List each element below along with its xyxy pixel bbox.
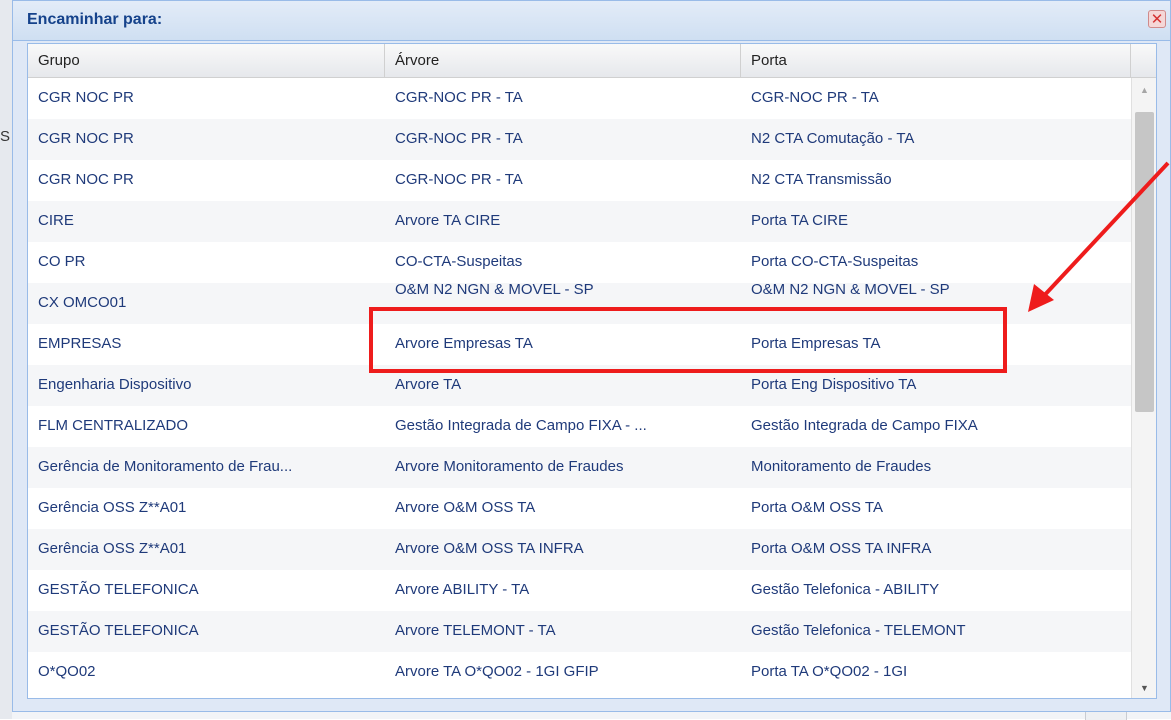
cell-grupo: CIRE [38, 212, 74, 229]
dialog-titlebar[interactable]: Encaminhar para: ✕ [13, 1, 1170, 41]
cell-grupo: O*QO02 [38, 663, 96, 680]
table-row[interactable]: CGR NOC PR CGR-NOC PR - TA CGR-NOC PR - TA [28, 78, 1131, 119]
cell-porta: N2 CTA Comutação - TA [751, 130, 915, 147]
cell-porta: Gestão Telefonica - TELEMONT [751, 622, 966, 639]
cell-arvore: Arvore O&M OSS TA [395, 499, 536, 516]
table-row[interactable]: Gerência OSS Z**A01 Arvore O&M OSS TA INF… [28, 529, 1131, 570]
cell-grupo: GESTÃO TELEFONICA [38, 622, 199, 639]
cell-grupo: CO PR [38, 253, 86, 270]
cell-arvore: CGR-NOC PR - TA [395, 130, 523, 147]
table-row[interactable]: GESTÃO TELEFONICA Arvore TELEMONT - TA Ges… [28, 611, 1131, 652]
column-header-arvore[interactable]: Árvore [385, 44, 741, 78]
annotation-arrow-icon [1028, 161, 1170, 312]
cell-grupo: CGR NOC PR [38, 171, 134, 188]
table-row[interactable]: O*QO02 Arvore TA O*QO02 - 1GI GFIP Porta T… [28, 652, 1131, 693]
cell-porta: Porta TA O*QO02 - 1GI [751, 663, 908, 680]
table-row[interactable]: CGR NOC PR CGR-NOC PR - TA N2 CTA Comutaçã… [28, 119, 1131, 160]
close-icon[interactable]: ✕ [1148, 10, 1166, 28]
cell-porta: Monitoramento de Fraudes [751, 458, 932, 475]
scroll-down-icon[interactable]: ▼ [1132, 676, 1156, 698]
table-row[interactable]: Gerência de Monitoramento de Frau... Arvo… [28, 447, 1131, 488]
scroll-up-icon[interactable]: ▲ [1132, 78, 1156, 102]
table-row[interactable]: FLM CENTRALIZADO Gestão Integrada de Camp… [28, 406, 1131, 447]
table-row[interactable]: Gerência OSS Z**A01 Arvore O&M OSS TA Port… [28, 488, 1131, 529]
background-label: S [0, 128, 11, 145]
grid-header: Grupo Árvore Porta [28, 44, 1156, 78]
cell-grupo: EMPRESAS [38, 335, 122, 352]
cell-grupo: Gerência OSS Z**A01 [38, 540, 187, 557]
column-header-porta[interactable]: Porta [741, 44, 1131, 78]
cell-grupo: Gerência OSS Z**A01 [38, 499, 187, 516]
cell-arvore: Arvore TELEMONT - TA [395, 622, 556, 639]
cell-arvore: Arvore TA CIRE [395, 212, 501, 229]
cell-arvore: Arvore O&M OSS TA INFRA [395, 540, 584, 557]
cell-arvore: CGR-NOC PR - TA [395, 171, 523, 188]
column-header-spacer [1131, 44, 1156, 78]
cell-arvore: Gestão Integrada de Campo FIXA - ... [395, 417, 647, 434]
cell-porta: Gestão Integrada de Campo FIXA [751, 417, 978, 434]
cell-grupo: CX OMCO01 [38, 294, 127, 311]
cell-porta: Porta O&M OSS TA [751, 499, 883, 516]
table-row[interactable]: GESTÃO TELEFONICA Arvore ABILITY - TA Gest… [28, 570, 1131, 611]
cell-porta: Gestão Telefonica - ABILITY [751, 581, 940, 598]
dialog-title: Encaminhar para: [27, 11, 163, 28]
column-header-grupo[interactable]: Grupo [28, 44, 385, 78]
cell-grupo: CGR NOC PR [38, 89, 134, 106]
background-panel-edge [0, 0, 12, 719]
cell-arvore: Arvore TA O*QO02 - 1GI GFIP [395, 663, 599, 680]
cell-arvore: Arvore ABILITY - TA [395, 581, 530, 598]
cell-arvore: CGR-NOC PR - TA [395, 89, 523, 106]
cell-grupo: Engenharia Dispositivo [38, 376, 192, 393]
cell-grupo: GESTÃO TELEFONICA [38, 581, 199, 598]
cell-arvore: Arvore Monitoramento de Fraudes [395, 458, 624, 475]
table-row[interactable]: CGR NOC PR CGR-NOC PR - TA N2 CTA Transmis… [28, 160, 1131, 201]
highlight-annotation-box [369, 307, 1007, 373]
cell-grupo: CGR NOC PR [38, 130, 134, 147]
cell-grupo: FLM CENTRALIZADO [38, 417, 189, 434]
table-row[interactable]: CIRE Arvore TA CIRE Porta TA CIRE [28, 201, 1131, 242]
cell-porta: CGR-NOC PR - TA [751, 89, 879, 106]
cell-grupo: Gerência de Monitoramento de Frau... [38, 458, 293, 475]
cell-porta: Porta O&M OSS TA INFRA [751, 540, 932, 557]
